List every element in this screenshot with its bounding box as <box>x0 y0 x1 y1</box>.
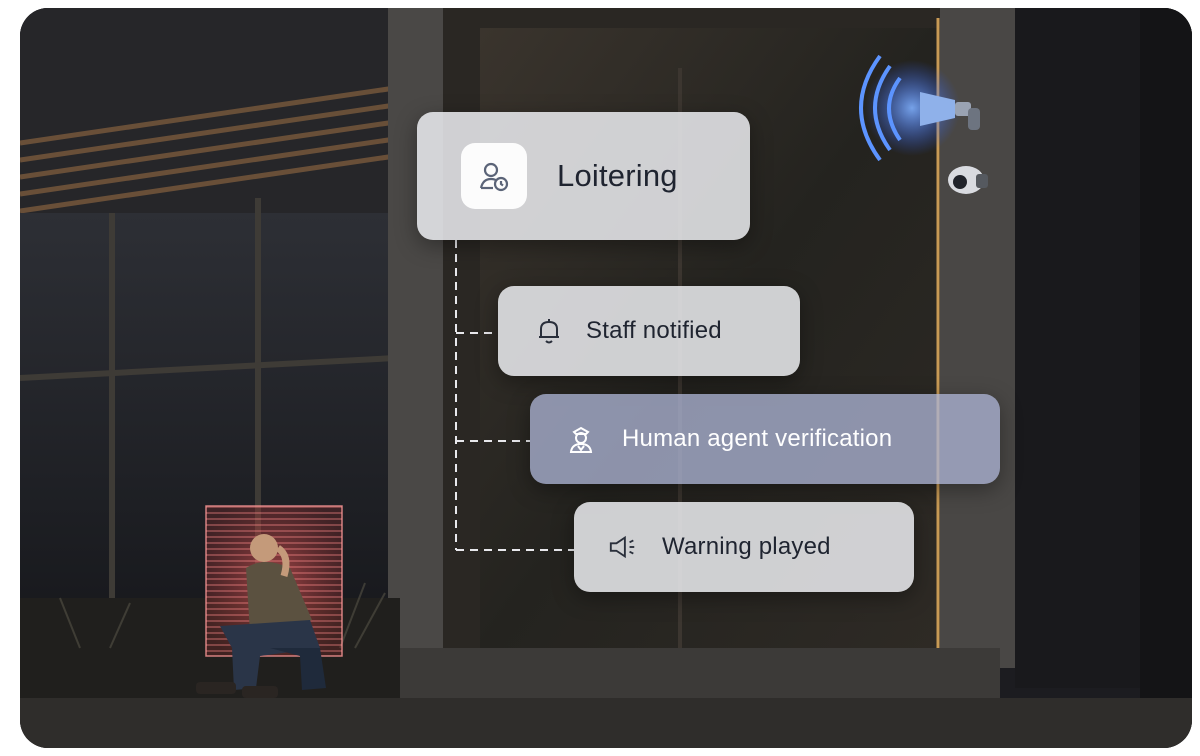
alert-title: Loitering <box>557 158 678 193</box>
person-clock-icon <box>461 143 527 209</box>
guard-icon <box>566 424 596 454</box>
staff-notified-step[interactable]: Staff notified <box>498 286 800 376</box>
step-label: Human agent verification <box>622 425 893 452</box>
step-label: Staff notified <box>586 317 722 344</box>
speaker-icon <box>608 532 638 562</box>
human-agent-verification-step[interactable]: Human agent verification <box>530 394 1000 484</box>
bell-icon <box>534 316 564 346</box>
scene-frame: Loitering Staff notified Human agent ver… <box>20 8 1192 748</box>
warning-played-step[interactable]: Warning played <box>574 502 914 592</box>
loitering-alert-card[interactable]: Loitering <box>417 112 750 240</box>
step-label: Warning played <box>662 533 831 560</box>
